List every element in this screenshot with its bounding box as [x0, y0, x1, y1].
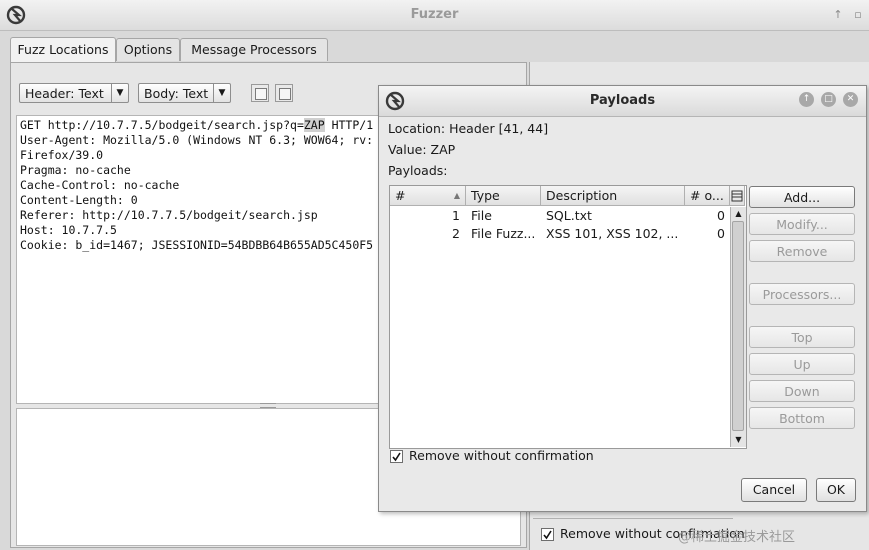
split-vertical-button[interactable] [251, 84, 269, 102]
location-row: Location: Header [41, 44] [388, 121, 548, 136]
split-horizontal-icon [279, 88, 291, 100]
remove-confirmation-checkbox[interactable] [390, 450, 403, 463]
add-button[interactable]: Add... [749, 186, 855, 208]
column-chooser-button[interactable] [730, 186, 745, 206]
row-count: 0 [717, 208, 725, 223]
window-title-bar: Fuzzer ↑ ▫ [0, 0, 869, 31]
location-value: Header [41, 44] [449, 121, 549, 136]
dialog-title-bar: Payloads ↑ □ ✕ [379, 86, 866, 117]
location-label: Location: [388, 121, 446, 136]
remove-button[interactable]: Remove [749, 240, 855, 262]
header-view-value: Header: Text [25, 86, 104, 101]
request-line-text: User-Agent: Mozilla/5.0 (Windows NT 6.3;… [20, 133, 374, 147]
column-label: # o... [690, 188, 724, 203]
split-vertical-icon [255, 88, 267, 100]
request-line-text: Cookie: b_id=1467; JSESSIONID=54BDBB64B6… [20, 238, 374, 252]
dialog-title: Payloads [589, 93, 656, 108]
column-label: Type [471, 188, 500, 203]
chevron-down-icon: ▼ [213, 84, 230, 102]
watermark: @稀土掘金技术社区 [678, 530, 796, 545]
ok-button[interactable]: OK [816, 478, 856, 502]
payloads-table: # ▲ Type Description # o... 1 File SQL.t… [389, 185, 747, 449]
divider [533, 518, 733, 521]
restore-icon[interactable]: □ [821, 92, 836, 107]
split-horizontal-button[interactable] [275, 84, 293, 102]
row-number: 2 [452, 226, 460, 241]
bottom-button[interactable]: Bottom [749, 407, 855, 429]
chevron-down-icon: ▼ [111, 84, 128, 102]
tab-message-processors[interactable]: Message Processors [180, 38, 328, 61]
bg-remove-confirmation-checkbox[interactable] [541, 528, 554, 541]
row-description: SQL.txt [546, 208, 592, 223]
window-title: Fuzzer [410, 7, 459, 22]
maximize-arrow-icon[interactable]: ↑ [832, 9, 844, 21]
column-chooser-icon [731, 190, 743, 202]
remove-confirmation-label: Remove without confirmation [409, 448, 594, 463]
processors-button[interactable]: Processors... [749, 283, 855, 305]
column-header-type[interactable]: Type [466, 186, 541, 206]
scroll-down-icon[interactable]: ▼ [731, 434, 746, 446]
request-line-text: HTTP/1 [324, 118, 374, 132]
tab-label: Message Processors [191, 42, 317, 57]
request-line-text: Cache-Control: no-cache [20, 178, 180, 192]
top-button[interactable]: Top [749, 326, 855, 348]
row-description: XSS 101, XSS 102, ... [546, 226, 679, 241]
tab-label: Fuzz Locations [17, 42, 109, 57]
fuzz-location-highlight[interactable]: ZAP [303, 118, 325, 132]
column-header-number[interactable]: # ▲ [390, 186, 466, 206]
column-label: Description [546, 188, 618, 203]
tab-options[interactable]: Options [116, 38, 180, 61]
tab-fuzz-locations[interactable]: Fuzz Locations [10, 37, 116, 62]
maximize-arrow-icon[interactable]: ↑ [799, 92, 814, 107]
request-line-text: Content-Length: 0 [20, 193, 138, 207]
checkmark-icon [543, 530, 552, 540]
payloads-label: Payloads: [388, 163, 448, 178]
column-header-description[interactable]: Description [541, 186, 685, 206]
request-line-text: Host: 10.7.7.5 [20, 223, 117, 237]
request-line-text: Referer: http://10.7.7.5/bodgeit/search.… [20, 208, 318, 222]
restore-icon[interactable]: ▫ [852, 9, 864, 21]
body-view-select[interactable]: Body: Text ▼ [138, 83, 231, 103]
cancel-button[interactable]: Cancel [741, 478, 807, 502]
value-value: ZAP [430, 142, 456, 157]
column-header-count[interactable]: # o... [685, 186, 730, 206]
down-button[interactable]: Down [749, 380, 855, 402]
value-row: Value: ZAP [388, 142, 455, 157]
header-view-select[interactable]: Header: Text ▼ [19, 83, 129, 103]
payloads-dialog: Payloads ↑ □ ✕ Location: Header [41, 44]… [378, 85, 867, 512]
row-type: File Fuzz... [471, 226, 536, 241]
row-count: 0 [717, 226, 725, 241]
scroll-up-icon[interactable]: ▲ [731, 208, 746, 220]
row-number: 1 [452, 208, 460, 223]
row-type: File [471, 208, 492, 223]
modify-button[interactable]: Modify... [749, 213, 855, 235]
column-label: # [395, 188, 406, 203]
value-label: Value: [388, 142, 427, 157]
request-line-text: Firefox/39.0 [20, 148, 104, 162]
tab-label: Options [123, 42, 173, 57]
checkmark-icon [392, 452, 401, 462]
body-view-value: Body: Text [144, 86, 209, 101]
up-button[interactable]: Up [749, 353, 855, 375]
request-line-text: Pragma: no-cache [20, 163, 131, 177]
request-line-text: GET http://10.7.7.5/bodgeit/search.jsp?q… [20, 118, 304, 132]
scroll-thumb[interactable] [732, 221, 744, 431]
table-scrollbar[interactable]: ▲ ▼ [730, 207, 746, 447]
sort-ascending-icon: ▲ [453, 191, 460, 200]
close-icon[interactable]: ✕ [843, 92, 858, 107]
